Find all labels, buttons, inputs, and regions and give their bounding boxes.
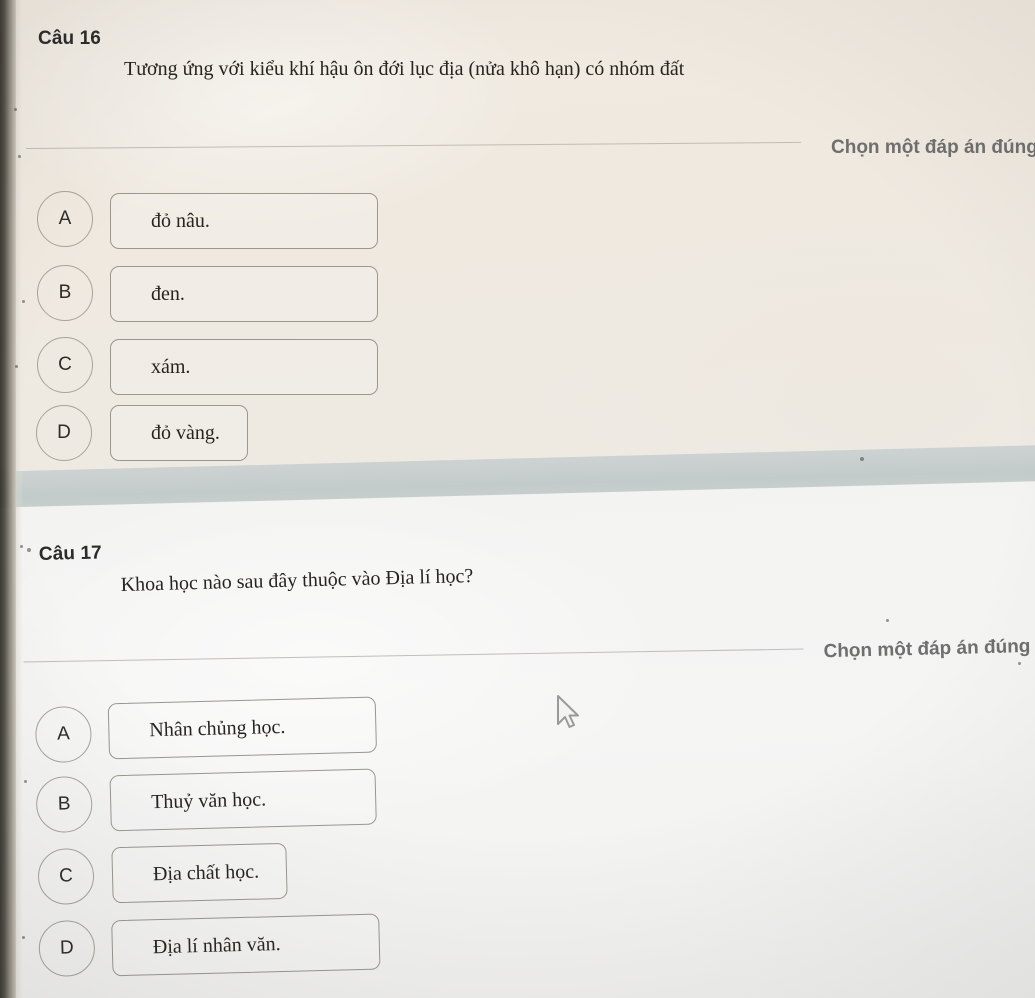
question-16-answer-hint: Chọn một đáp án đúng: [831, 137, 1035, 158]
question-16-number: Câu 16: [38, 28, 101, 49]
question-16-prompt: Tương ứng với kiểu khí hậu ôn đới lục đị…: [124, 58, 685, 80]
question-16-option-d-label: đỏ vàng.: [151, 421, 220, 444]
question-16-option-a-box[interactable]: đỏ nâu.: [110, 193, 378, 249]
question-17-option-d-letter[interactable]: D: [38, 919, 96, 978]
question-17-option-c-letter[interactable]: C: [37, 847, 95, 906]
question-17-option-a-label: Nhân chủng học.: [149, 715, 286, 741]
question-17-option-b-letter[interactable]: B: [35, 775, 93, 834]
dust-speck: [22, 936, 25, 939]
screen-bezel-edge: [0, 0, 16, 998]
question-17-prompt: Khoa học nào sau đây thuộc vào Địa lí họ…: [120, 565, 474, 596]
question-16-option-d-box[interactable]: đỏ vàng.: [110, 405, 248, 461]
exam-photo-screenshot: Câu 16 Tương ứng với kiểu khí hậu ôn đới…: [0, 0, 1035, 998]
question-17-option-a-box[interactable]: Nhân chủng học.: [107, 696, 378, 760]
question-17-divider: [23, 648, 804, 663]
dust-speck: [22, 300, 25, 303]
dust-speck: [18, 155, 21, 158]
question-17-option-b-label: Thuỷ văn học.: [150, 787, 267, 813]
dust-speck: [14, 108, 17, 111]
dust-speck: [27, 548, 31, 552]
question-16-option-c-label: xám.: [151, 355, 191, 378]
question-16-option-a-letter[interactable]: A: [37, 191, 93, 247]
question-17-option-d-box[interactable]: Địa lí nhân văn.: [111, 913, 381, 977]
question-16-option-b-box[interactable]: đen.: [110, 266, 378, 322]
question-17-number: Câu 17: [38, 542, 103, 566]
question-17-option-d-label: Địa lí nhân văn.: [152, 932, 281, 958]
question-17-option-c-box[interactable]: Địa chất học.: [111, 842, 288, 904]
question-16-option-b-letter[interactable]: B: [37, 265, 93, 321]
dust-speck: [860, 457, 864, 461]
question-16-option-b-label: đen.: [151, 282, 185, 305]
question-16-option-c-box[interactable]: xám.: [110, 339, 378, 395]
question-16-divider: [25, 141, 801, 149]
question-16-option-a-label: đỏ nâu.: [151, 209, 210, 232]
question-16-option-d-letter[interactable]: D: [36, 405, 92, 461]
question-17-block: Câu 17 Khoa học nào sau đây thuộc vào Đị…: [0, 494, 1035, 998]
arrow-pointer-icon: [556, 694, 582, 737]
question-17-option-b-box[interactable]: Thuỷ văn học.: [109, 768, 377, 832]
dust-speck: [20, 545, 23, 548]
dust-speck: [1018, 662, 1021, 665]
question-16-block: Câu 16 Tương ứng với kiểu khí hậu ôn đới…: [0, 0, 1035, 470]
question-17-option-a-letter[interactable]: A: [34, 705, 93, 764]
question-16-option-c-letter[interactable]: C: [37, 337, 93, 393]
dust-speck: [24, 780, 27, 783]
question-17-answer-hint: Chọn một đáp án đúng: [823, 635, 1031, 663]
dust-speck: [886, 619, 889, 622]
dust-speck: [15, 365, 18, 368]
question-17-option-c-label: Địa chất học.: [152, 860, 260, 885]
